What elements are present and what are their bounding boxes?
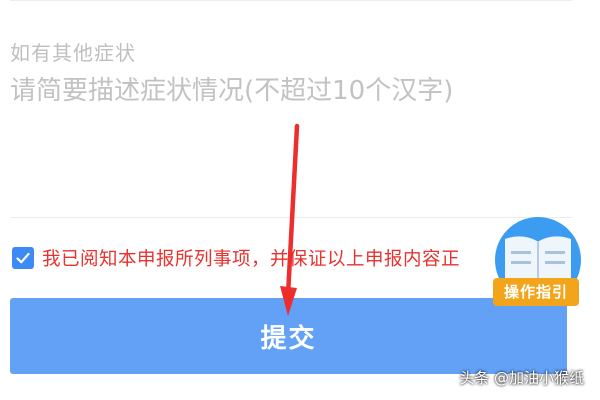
symptom-report-form: 如有其他症状 我已阅知本申报所列事项，并保证以上申报内容正 提交 [0, 0, 600, 400]
other-symptoms-label: 如有其他症状 [10, 41, 136, 65]
watermark: 头条 @加油小猴纸 [459, 369, 584, 387]
submit-button[interactable]: 提交 [10, 298, 567, 374]
consent-text: 我已阅知本申报所列事项，并保证以上申报内容正 [42, 249, 461, 270]
consent-row[interactable]: 我已阅知本申报所列事项，并保证以上申报内容正 [12, 245, 460, 271]
divider [10, 217, 572, 218]
checkmark-icon [16, 252, 30, 264]
divider [10, 0, 572, 1]
consent-checkbox[interactable] [12, 247, 34, 269]
operation-guide-label[interactable]: 操作指引 [493, 278, 579, 306]
symptom-description-input[interactable] [10, 70, 550, 200]
